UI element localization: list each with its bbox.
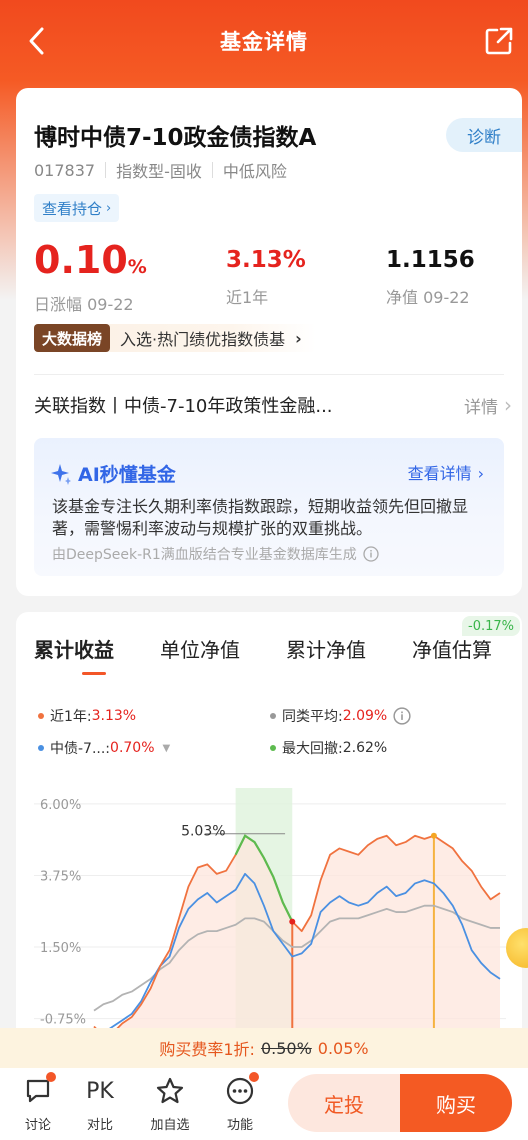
- drawdown-dot-icon: [270, 745, 276, 751]
- index-dot-icon: [38, 745, 44, 751]
- ai-view-details-link[interactable]: 查看详情 ›: [408, 460, 484, 484]
- purchase-fee-bar: 购买费率1折: 0.50% 0.05%: [0, 1028, 528, 1068]
- fund-type: 指数型-固收: [116, 162, 202, 181]
- ai-summary-box: AI秒懂基金 查看详情 › 该基金专注长久期利率债指数跟踪，短期收益领先但回撤显著…: [34, 438, 504, 576]
- chat-bubble-icon: [24, 1072, 56, 1106]
- performance-chart-card: 累计收益 单位净值 累计净值 净值估算 -0.17% 近1年: 3.13% 同类平…: [16, 612, 522, 1052]
- chevron-right-icon: ›: [504, 393, 512, 417]
- y-tick-label: -0.75%: [40, 1013, 86, 1028]
- ranking-text: 入选·热门绩优指数债基: [120, 330, 286, 349]
- active-tab-indicator: [82, 672, 106, 675]
- ai-summary-text: 该基金专注长久期利率债指数跟踪，短期收益领先但回撤显著，需警惕利率波动与规模扩张…: [52, 497, 469, 538]
- fund-area: [94, 835, 500, 1052]
- related-index-row[interactable]: 关联指数丨中债-7-10年政策性金融... 详情 ›: [34, 388, 512, 422]
- legend-index[interactable]: 中债-7...: 0.70% ▼: [38, 738, 170, 758]
- daily-change-stat: 0.10% 日涨幅 09-22: [34, 238, 147, 315]
- fund-risk: 中低风险: [222, 162, 287, 181]
- compare-button[interactable]: PK 对比: [75, 1076, 125, 1134]
- ai-footer: 由DeepSeek-R1满血版结合专业基金数据库生成: [52, 544, 379, 564]
- navbar: 基金详情: [0, 0, 528, 82]
- fund-meta: 017837 指数型-固收 中低风险: [34, 158, 287, 182]
- year-return-label: 近1年: [226, 288, 269, 307]
- discuss-button[interactable]: 讨论: [13, 1072, 63, 1133]
- legend-fund: 近1年: 3.13%: [38, 706, 136, 726]
- notification-dot: [46, 1072, 56, 1082]
- more-dots-icon: [225, 1072, 259, 1106]
- notification-dot: [249, 1072, 259, 1082]
- daily-change-value: 0.10%: [34, 238, 147, 282]
- daily-change-label: 日涨幅 09-22: [34, 295, 134, 314]
- return-line-chart[interactable]: 6.00%3.75%1.50%-0.75%5.03%-1.33%: [16, 782, 522, 1052]
- tab-nav-estimate[interactable]: 净值估算: [412, 634, 492, 663]
- fund-name: 博时中债7-10政金债指数A: [34, 125, 317, 151]
- caret-down-icon: ▼: [162, 742, 171, 754]
- view-holdings-button[interactable]: 查看持仓 ›: [34, 194, 120, 222]
- fee-original: 0.50%: [260, 1038, 312, 1058]
- fund-info-card: 博时中债7-10政金债指数A 诊断 017837 指数型-固收 中低风险 查看持…: [16, 88, 522, 596]
- chevron-right-icon: ›: [295, 328, 302, 348]
- y-tick-label: 1.50%: [40, 941, 81, 956]
- marker-point: [430, 832, 437, 839]
- chevron-right-icon: ›: [106, 200, 112, 216]
- page-title: 基金详情: [220, 30, 308, 54]
- tab-cumulative-return[interactable]: 累计收益: [34, 634, 114, 663]
- divider: [211, 162, 213, 178]
- share-icon[interactable]: [484, 26, 514, 56]
- ranking-badge: 大数据榜: [34, 324, 111, 352]
- related-index-text: 关联指数丨中债-7-10年政策性金融...: [34, 396, 333, 417]
- y-tick-label: 3.75%: [40, 869, 81, 884]
- fund-code: 017837: [34, 160, 96, 180]
- diagnose-button[interactable]: 诊断: [446, 118, 522, 152]
- info-icon[interactable]: [363, 546, 379, 562]
- sip-button[interactable]: 定投: [288, 1074, 400, 1132]
- fee-label: 购买费率1折:: [159, 1040, 255, 1059]
- fee-current: 0.05%: [317, 1038, 369, 1058]
- chevron-left-icon[interactable]: [22, 24, 52, 58]
- tab-accumulated-nav[interactable]: 累计净值: [286, 634, 366, 663]
- star-icon: [155, 1076, 185, 1106]
- divider: [34, 374, 504, 375]
- add-watchlist-button[interactable]: 加自选: [145, 1076, 195, 1133]
- max-annotation-label: 5.03%: [181, 824, 225, 840]
- pk-icon: PK: [86, 1078, 114, 1104]
- y-tick-label: 6.00%: [40, 798, 81, 813]
- view-holdings-label: 查看持仓: [42, 199, 103, 218]
- related-index-more[interactable]: 详情 ›: [464, 393, 512, 418]
- nav-stat: 1.1156 净值 09-22: [386, 238, 475, 308]
- nav-value: 1.1156: [386, 247, 475, 273]
- peer-dot-icon: [270, 713, 276, 719]
- info-icon[interactable]: [393, 707, 411, 725]
- sparkle-icon: [51, 463, 71, 485]
- year-return-value: 3.13%: [226, 247, 306, 273]
- ranking-banner[interactable]: 大数据榜 入选·热门绩优指数债基 ›: [34, 324, 316, 352]
- estimate-badge: -0.17%: [462, 616, 520, 636]
- fund-dot-icon: [38, 713, 44, 719]
- ai-title: AI秒懂基金: [50, 460, 176, 487]
- year-return-stat: 3.13% 近1年: [226, 238, 306, 308]
- divider: [105, 162, 107, 178]
- legend-drawdown: 最大回撤: 2.62%: [270, 738, 387, 758]
- drawdown-point: [289, 918, 296, 925]
- buy-button[interactable]: 购买: [400, 1074, 512, 1132]
- bottom-bar: 讨论 PK 对比 加自选 功能 定投 购买: [0, 1068, 528, 1140]
- function-button[interactable]: 功能: [215, 1072, 265, 1133]
- legend-peer: 同类平均: 2.09%: [270, 706, 411, 726]
- nav-label: 净值 09-22: [386, 288, 470, 307]
- tab-unit-nav[interactable]: 单位净值: [160, 634, 240, 663]
- chevron-right-icon: ›: [477, 464, 484, 483]
